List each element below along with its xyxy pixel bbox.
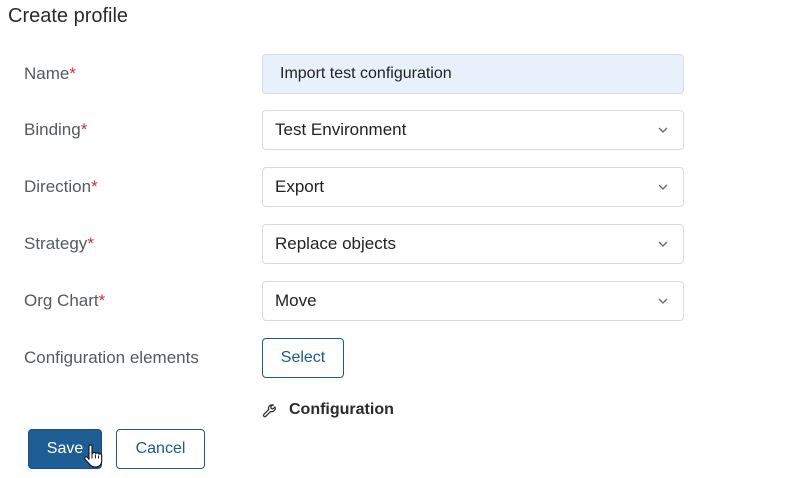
name-row: Name* Import test configuration xyxy=(0,54,798,94)
required-mark: * xyxy=(87,234,94,253)
direction-row: Direction* Export xyxy=(0,167,798,207)
chevron-down-icon xyxy=(658,241,668,247)
binding-select-value: Test Environment xyxy=(275,120,407,139)
strategy-label: Strategy* xyxy=(24,234,94,253)
org-chart-select[interactable]: Move xyxy=(262,281,684,321)
configuration-label: Configuration xyxy=(289,401,394,418)
org-chart-row: Org Chart* Move xyxy=(0,281,798,321)
required-mark: * xyxy=(98,291,106,310)
direction-label: Direction* xyxy=(24,177,98,196)
binding-row: Binding* Test Environment xyxy=(0,110,798,150)
direction-select[interactable]: Export xyxy=(262,167,684,207)
configuration-elements-label: Configuration elements xyxy=(24,348,199,367)
wrench-icon xyxy=(262,404,276,418)
chevron-down-icon xyxy=(658,298,668,304)
configuration-elements-row: Configuration elements Select xyxy=(0,338,798,378)
strategy-select-value: Replace objects xyxy=(275,234,396,253)
strategy-row: Strategy* Replace objects xyxy=(0,224,798,264)
required-mark: * xyxy=(91,177,98,196)
org-chart-select-value: Move xyxy=(275,291,317,310)
binding-label: Binding* xyxy=(24,120,88,139)
name-input[interactable]: Import test configuration xyxy=(262,54,684,94)
chevron-down-icon xyxy=(658,127,668,133)
required-mark: * xyxy=(69,64,76,83)
page-title: Create profile xyxy=(8,5,129,27)
name-label: Name* xyxy=(24,64,76,83)
hand-pointer-icon xyxy=(84,444,103,468)
org-chart-label: Org Chart* xyxy=(24,291,106,310)
cancel-button[interactable]: Cancel xyxy=(116,429,205,469)
chevron-down-icon xyxy=(658,184,668,190)
direction-select-value: Export xyxy=(275,177,325,196)
binding-select[interactable]: Test Environment xyxy=(262,110,684,150)
required-mark: * xyxy=(80,120,88,139)
select-button[interactable]: Select xyxy=(262,338,344,378)
name-input-value: Import test configuration xyxy=(280,65,452,82)
strategy-select[interactable]: Replace objects xyxy=(262,224,684,264)
configuration-item: Configuration xyxy=(261,399,394,421)
